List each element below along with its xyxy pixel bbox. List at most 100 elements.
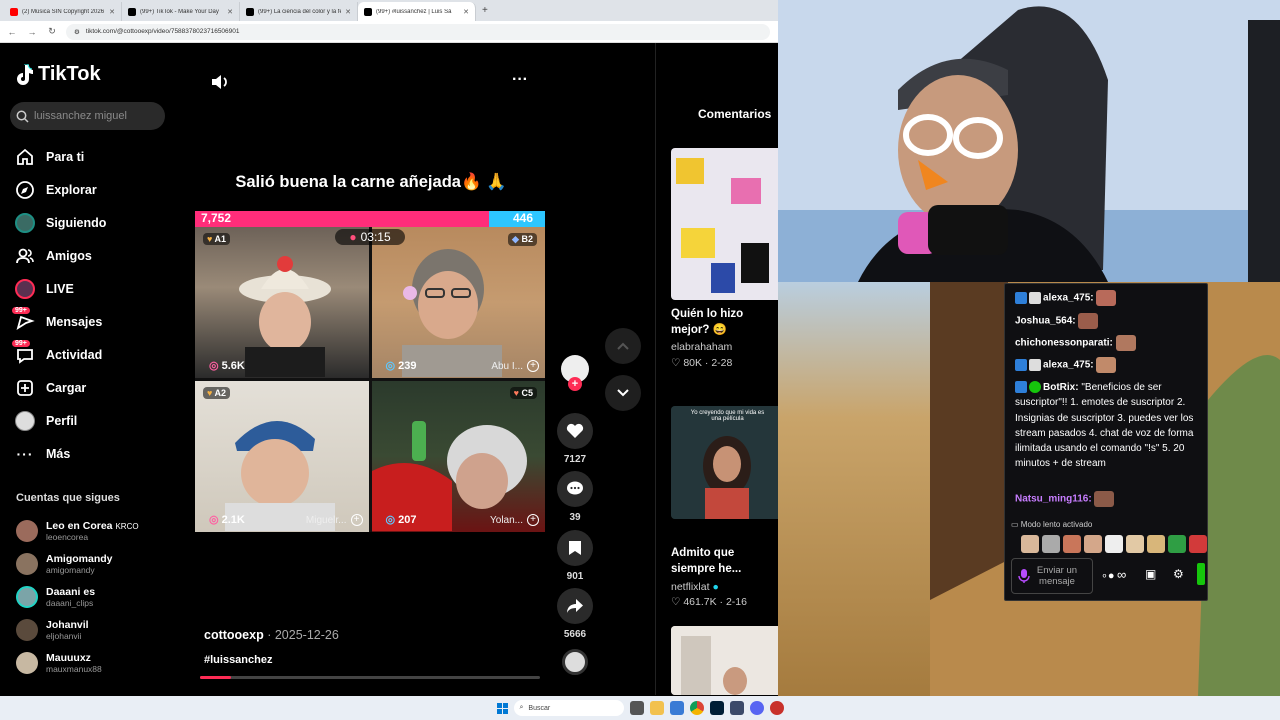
video-thumbnail[interactable]	[671, 148, 778, 300]
nav-cargar[interactable]: Cargar	[14, 377, 86, 399]
following-account[interactable]: Leo en Corea KRCO leoencorea	[16, 520, 139, 542]
taskbar-search[interactable]: ⌕ Buscar	[513, 700, 624, 716]
like-count: 7127	[563, 454, 587, 465]
chat-username[interactable]: BotRix:	[1043, 382, 1079, 393]
follow-plus-button[interactable]: +	[350, 514, 363, 526]
chat-username[interactable]: Natsu_ming116:	[1015, 494, 1092, 505]
battle-score-bar: 7,752 446	[195, 211, 545, 227]
account-name: Johanvil	[46, 619, 89, 631]
follow-plus-button[interactable]: +	[527, 360, 539, 372]
photoshop-icon[interactable]	[709, 701, 724, 715]
points-icon[interactable]: ∘●	[1101, 569, 1115, 582]
more-options-icon[interactable]: ···	[512, 71, 528, 89]
nav-actividad[interactable]: 99+ Actividad	[12, 340, 102, 366]
search-input[interactable]: luissanchez miguel	[10, 102, 165, 130]
previous-video-button[interactable]	[605, 328, 641, 364]
follow-plus-button[interactable]: +	[568, 377, 582, 391]
music-disc-avatar[interactable]	[562, 649, 588, 675]
nav-live[interactable]: LIVE	[14, 278, 74, 300]
tab-tiktok[interactable]: (99+) TikTok - Make Your Day ✕	[122, 2, 240, 21]
participant-score: ◎ 239	[385, 359, 417, 373]
forward-icon[interactable]: →	[26, 27, 38, 37]
messages-icon: 99+	[12, 307, 36, 333]
tiktok-logo[interactable]: TikTok	[14, 63, 101, 86]
friends-icon	[14, 245, 36, 267]
comments-tab[interactable]: Comentarios	[698, 107, 771, 121]
share-button[interactable]	[557, 588, 593, 624]
related-video-author[interactable]: elabrahaham	[671, 341, 732, 353]
folder-icon[interactable]	[669, 701, 684, 715]
url-field[interactable]: ⚙ tiktok.com/@cottooexp/video/7588378023…	[66, 23, 770, 40]
chat-text: "Beneficios de ser suscriptor"!! 1. emot…	[1015, 382, 1194, 470]
video-thumbnail[interactable]	[671, 626, 778, 695]
follow-plus-button[interactable]: +	[527, 514, 539, 526]
store-icon[interactable]: ▣	[1145, 567, 1156, 581]
windows-start-icon[interactable]	[496, 702, 508, 714]
chat-username[interactable]: Joshua_564:	[1015, 316, 1076, 327]
tab-ciencia[interactable]: (99+) La ciencia del color y la fe ✕	[240, 2, 358, 21]
participant-name: Yolan...	[490, 515, 523, 526]
account-handle: amigomandy	[46, 565, 95, 575]
emote-bar[interactable]	[1021, 535, 1207, 553]
new-tab-button[interactable]: +	[476, 5, 494, 16]
related-video-title[interactable]: Quién lo hizo mejor? 😄	[671, 306, 776, 338]
back-icon[interactable]: ←	[6, 27, 18, 37]
chat-username[interactable]: chichonessonparati:	[1015, 338, 1113, 349]
account-name: Amigomandy	[46, 553, 113, 565]
rank-badge: ♥ A2	[203, 387, 231, 399]
app-icon[interactable]	[769, 701, 784, 715]
task-view-icon[interactable]	[629, 701, 644, 715]
send-button[interactable]	[1197, 563, 1205, 585]
infinity-icon[interactable]: ∞	[1117, 567, 1126, 582]
close-icon[interactable]: ✕	[345, 8, 351, 16]
chat-input[interactable]: Enviar un mensaje	[1011, 558, 1093, 594]
nav-perfil[interactable]: Perfil	[14, 410, 77, 432]
tab-title: (2) Música SIN Copyright 2026 |	[22, 8, 106, 15]
bookmark-icon	[569, 541, 581, 555]
settings-icon[interactable]: ⚙	[1173, 567, 1184, 581]
chat-username[interactable]: alexa_475:	[1043, 293, 1094, 304]
tab-luissanchez[interactable]: (99+) #luissanchez | Luis Sá ✕	[358, 2, 476, 21]
like-button[interactable]	[557, 413, 593, 449]
tab-title: (99+) TikTok - Make Your Day	[140, 8, 219, 15]
live-battle-grid[interactable]: ♥ A1 ◎ 5.6K ◆ B2 ◎ 239 Abu I... + ♥ A2 ◎ 2.…	[195, 227, 545, 532]
search-icon: ⌕	[519, 704, 524, 711]
tab-musica[interactable]: (2) Música SIN Copyright 2026 | ✕	[4, 2, 122, 21]
nav-mas[interactable]: ··· Más	[14, 443, 71, 465]
video-thumbnail[interactable]: Yo creyendo que mi vida es una película	[671, 406, 778, 519]
account-handle: leoencorea	[46, 532, 89, 542]
next-video-button[interactable]	[605, 375, 641, 411]
save-button[interactable]	[557, 530, 593, 566]
battle-right-score: 446	[512, 211, 533, 225]
battle-cell: ♥ A2 ◎ 2.1K Miguelr... +	[195, 381, 369, 532]
nav-siguiendo[interactable]: Siguiendo	[14, 212, 106, 234]
chat-username[interactable]: alexa_475:	[1043, 360, 1094, 371]
following-account[interactable]: Amigomandy amigomandy	[16, 553, 113, 575]
nav-amigos[interactable]: Amigos	[14, 245, 92, 267]
avatar	[16, 652, 38, 674]
app-icon[interactable]	[729, 701, 744, 715]
related-video-author[interactable]: netflixlat ●	[671, 581, 719, 593]
nav-mensajes[interactable]: 99+ Mensajes	[12, 307, 102, 333]
nav-para-ti[interactable]: Para ti	[14, 146, 84, 168]
close-icon[interactable]: ✕	[109, 8, 115, 16]
related-video-title[interactable]: Admito que siempre he...	[671, 545, 776, 577]
comment-button[interactable]	[557, 471, 593, 507]
video-hashtag[interactable]: #luissanchez	[204, 654, 272, 666]
close-icon[interactable]: ✕	[463, 8, 469, 16]
following-account[interactable]: Johanvil eljohanvii	[16, 619, 89, 641]
volume-icon[interactable]	[210, 73, 230, 96]
following-account[interactable]: Daaani es daaani_clips	[16, 586, 95, 608]
chrome-icon[interactable]	[689, 701, 704, 715]
nav-explorar[interactable]: Explorar	[14, 179, 97, 201]
video-progress-bar[interactable]	[200, 676, 540, 679]
discord-icon[interactable]	[749, 701, 764, 715]
site-info-icon[interactable]: ⚙	[74, 28, 80, 36]
video-author[interactable]: cottooexp · 2025-12-26	[204, 628, 339, 642]
microphone-icon[interactable]	[1018, 568, 1030, 584]
file-explorer-icon[interactable]	[649, 701, 664, 715]
movie-thumbnail-image	[671, 406, 778, 519]
close-icon[interactable]: ✕	[227, 8, 233, 16]
reload-icon[interactable]: ↻	[46, 26, 58, 37]
following-account[interactable]: Mauuuxz mauxmanux88	[16, 652, 102, 674]
